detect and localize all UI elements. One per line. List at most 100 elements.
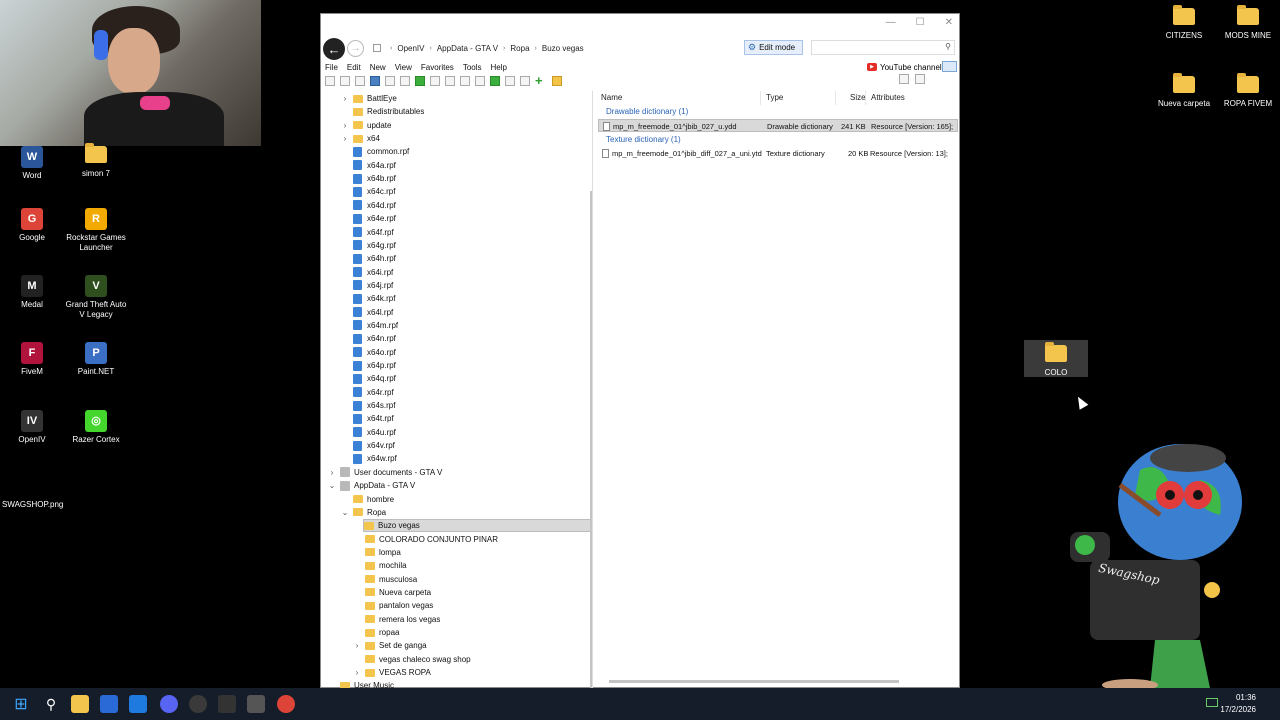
tree-node[interactable]: x64i.rpf — [353, 266, 393, 279]
chevron-right-icon[interactable]: › — [353, 668, 361, 677]
openiv-icon[interactable] — [218, 695, 236, 713]
breadcrumb-ropa[interactable]: Ropa — [510, 44, 529, 53]
properties-icon[interactable] — [460, 76, 470, 86]
import-icon[interactable] — [445, 76, 455, 86]
store-icon[interactable] — [100, 695, 118, 713]
tree-node[interactable]: vegas chaleco swag shop — [365, 653, 471, 666]
windows-start-icon[interactable]: ⊞ — [12, 695, 30, 713]
tree-node[interactable]: x64h.rpf — [353, 252, 396, 265]
tree-node[interactable]: COLORADO CONJUNTO PINAR — [365, 533, 498, 546]
breadcrumb-openiv[interactable]: OpenIV — [397, 44, 424, 53]
rebuild-icon[interactable] — [520, 76, 530, 86]
tree-node[interactable]: pantalon vegas — [365, 599, 433, 612]
tree-node[interactable]: ⌄ AppData - GTA V — [329, 479, 415, 492]
desktop-icon-mods-mine[interactable]: MODS MINE — [1216, 5, 1280, 41]
tree-node[interactable]: x64j.rpf — [353, 279, 393, 292]
paintnet-icon[interactable] — [247, 695, 265, 713]
address-bar[interactable]: › OpenIV › AppData - GTA V › Ropa › Buzo… — [373, 39, 805, 57]
tree-node[interactable]: x64w.rpf — [353, 452, 397, 465]
search-input[interactable]: ⚲ — [811, 40, 955, 55]
tree-node[interactable]: hombre — [353, 493, 394, 506]
desktop-icon-paint-net[interactable]: P Paint.NET — [64, 342, 128, 377]
back-button[interactable]: ← — [323, 38, 345, 60]
save-icon[interactable] — [370, 76, 380, 86]
tree-node[interactable]: x64k.rpf — [353, 292, 395, 305]
desktop-icon-openiv[interactable]: IV OpenIV — [0, 410, 64, 445]
tree-node[interactable]: › User documents - GTA V — [331, 466, 442, 479]
tree-node[interactable]: mochila — [365, 559, 407, 572]
tree-node[interactable]: remera los vegas — [365, 613, 440, 626]
close-icon[interactable]: ✕ — [945, 17, 953, 28]
tree-node[interactable]: x64f.rpf — [353, 226, 394, 239]
tree-node[interactable]: x64l.rpf — [353, 306, 393, 319]
add-icon[interactable]: + — [535, 74, 547, 87]
folder-tree[interactable]: › BattlEye Redistributables › update › x64 comm… — [321, 91, 593, 688]
vertical-scrollbar[interactable] — [590, 191, 592, 688]
column-attributes[interactable]: Attributes — [871, 93, 905, 102]
tree-node[interactable]: User Music — [340, 679, 394, 688]
file-explorer-icon[interactable] — [71, 695, 89, 713]
chevron-right-icon[interactable]: › — [341, 121, 349, 130]
tree-node[interactable]: Redistributables — [353, 105, 424, 118]
add-green-icon[interactable] — [490, 76, 500, 86]
file-row[interactable]: mp_m_freemode_01^jbib_diff_027_a_uni.ytd… — [598, 147, 958, 160]
battery-icon[interactable] — [1206, 698, 1218, 707]
rockstar-icon[interactable] — [189, 695, 207, 713]
replace-icon[interactable] — [475, 76, 485, 86]
desktop-icon-simon-7[interactable]: simon 7 — [64, 143, 128, 179]
tree-node[interactable]: x64g.rpf — [353, 239, 396, 252]
new-menu-icon[interactable] — [340, 76, 350, 86]
tree-node[interactable]: › Set de ganga — [356, 639, 427, 652]
tree-node[interactable]: x64v.rpf — [353, 439, 395, 452]
copy-icon[interactable] — [385, 76, 395, 86]
preview-pane-icon[interactable] — [915, 74, 925, 84]
tree-node[interactable]: musculosa — [365, 573, 417, 586]
clock[interactable]: 01:36 17/2/2026 — [1220, 692, 1256, 716]
youtube-channel-link[interactable]: ▶ YouTube channel — [867, 61, 942, 73]
chevron-down-icon[interactable]: ⌄ — [341, 508, 349, 517]
tree-node[interactable]: x64p.rpf — [353, 359, 396, 372]
open-icon[interactable] — [355, 76, 365, 86]
tree-node[interactable]: common.rpf — [353, 145, 409, 158]
mail-icon[interactable] — [129, 695, 147, 713]
chevron-right-icon[interactable]: › — [341, 94, 349, 103]
desktop-icon-medal[interactable]: M Medal — [0, 275, 64, 310]
tree-node[interactable]: x64e.rpf — [353, 212, 396, 225]
chevron-right-icon[interactable]: › — [328, 468, 336, 477]
maximize-icon[interactable]: ☐ — [916, 17, 925, 28]
tree-node[interactable]: x64a.rpf — [353, 159, 396, 172]
minimize-icon[interactable]: — — [886, 17, 896, 28]
column-name[interactable]: Name — [601, 93, 622, 102]
tree-node[interactable]: x64o.rpf — [353, 346, 396, 359]
new-folder-icon[interactable] — [552, 76, 562, 86]
paste-icon[interactable] — [400, 76, 410, 86]
group-drawable-dictionary[interactable]: Drawable dictionary (1) — [606, 107, 688, 116]
tree-node[interactable]: x64u.rpf — [353, 426, 396, 439]
column-size[interactable]: Size — [850, 93, 866, 102]
tree-node[interactable]: lompa — [365, 546, 401, 559]
tree-node[interactable]: x64c.rpf — [353, 185, 395, 198]
forward-button[interactable]: → — [347, 40, 364, 57]
play-icon[interactable] — [415, 76, 425, 86]
tree-node[interactable]: › BattlEye — [344, 92, 397, 105]
edit-mode-button[interactable]: ⚙ Edit mode — [744, 40, 803, 55]
search-icon[interactable]: ⚲ — [42, 695, 60, 713]
desktop-icon-grand-theft-auto-v-legacy[interactable]: V Grand Theft Auto V Legacy — [64, 275, 128, 320]
tree-node[interactable]: Buzo vegas — [363, 519, 592, 533]
desktop-icon-colo[interactable]: COLO — [1024, 342, 1088, 378]
tree-node[interactable]: x64b.rpf — [353, 172, 396, 185]
column-type[interactable]: Type — [766, 93, 783, 102]
tree-node[interactable]: ⌄ Ropa — [342, 506, 386, 519]
desktop-icon-rockstar-games-launcher[interactable]: R Rockstar Games Launcher — [64, 208, 128, 253]
tree-node[interactable]: x64m.rpf — [353, 319, 398, 332]
tree-node[interactable]: Nueva carpeta — [365, 586, 431, 599]
swagshop-file-label[interactable]: SWAGSHOP.png — [2, 500, 63, 509]
desktop-icon-fivem[interactable]: F FiveM — [0, 342, 64, 377]
export-icon[interactable] — [430, 76, 440, 86]
extract-icon[interactable] — [505, 76, 515, 86]
chevron-right-icon[interactable]: › — [341, 134, 349, 143]
group-texture-dictionary[interactable]: Texture dictionary (1) — [606, 135, 681, 144]
tree-node[interactable]: ropaa — [365, 626, 399, 639]
breadcrumb-buzo-vegas[interactable]: Buzo vegas — [542, 44, 584, 53]
breadcrumb-appdata[interactable]: AppData - GTA V — [437, 44, 498, 53]
